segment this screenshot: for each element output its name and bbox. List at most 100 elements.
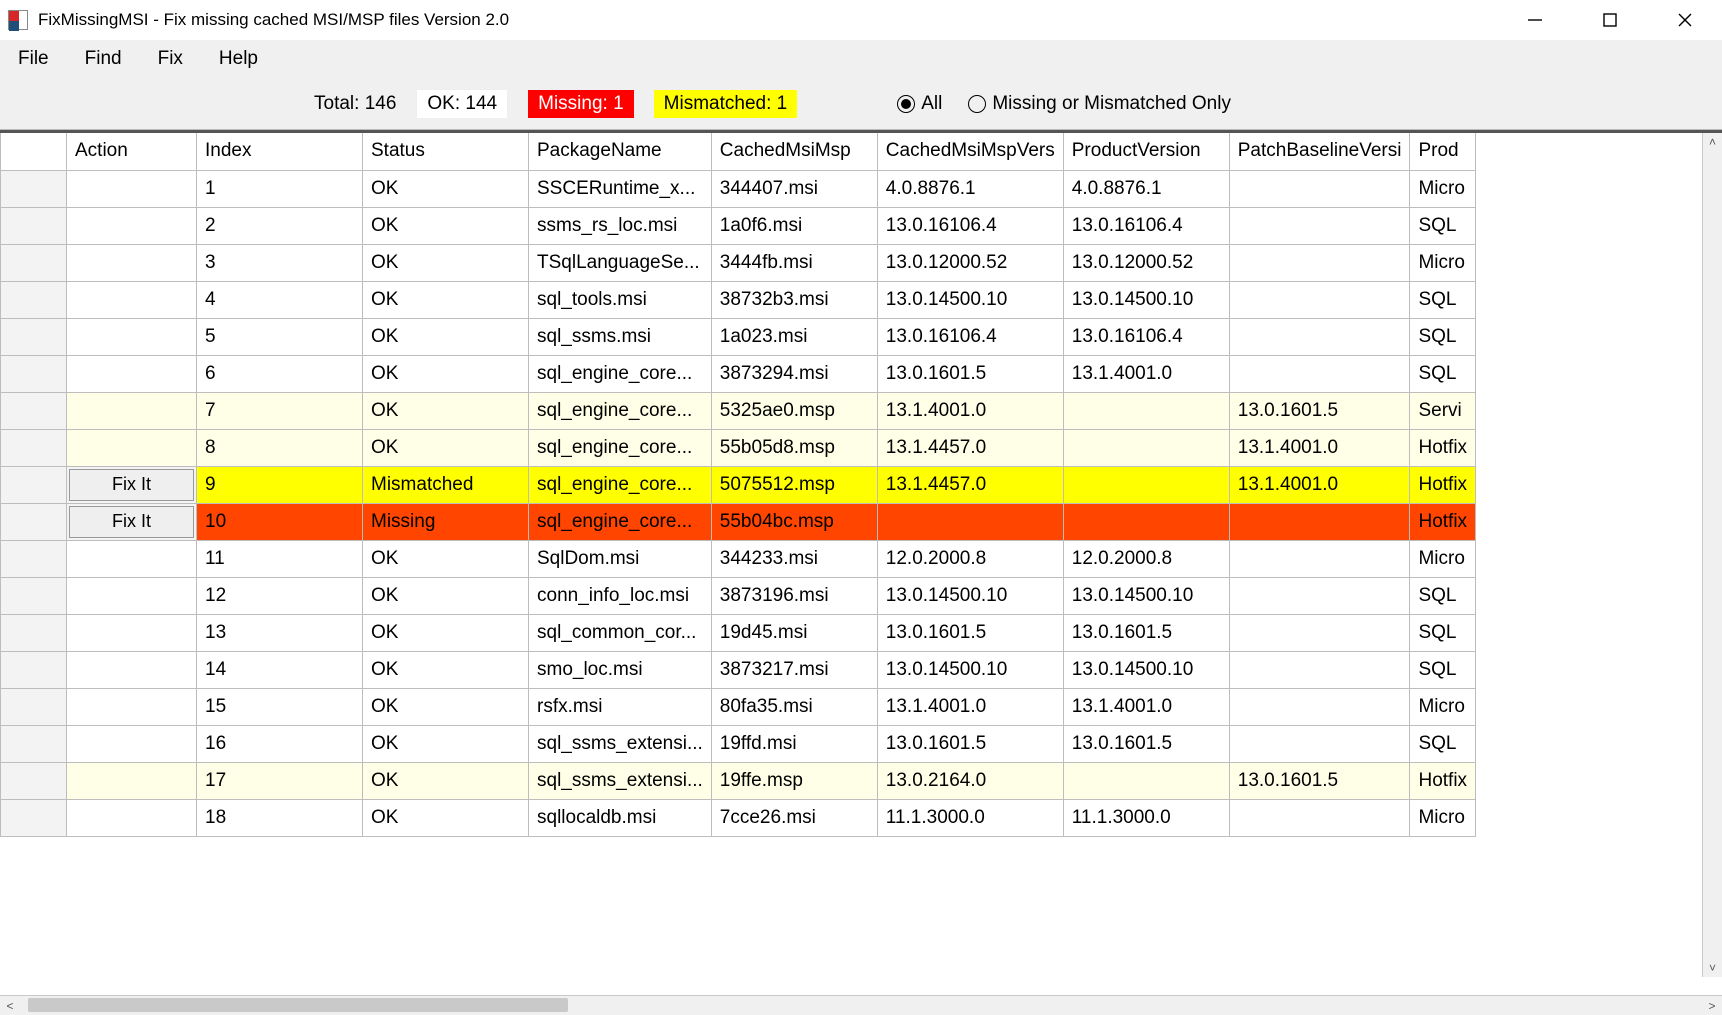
table-row[interactable]: 17OKsql_ssms_extensi...19ffe.msp13.0.216…: [1, 762, 1476, 799]
cell-status: OK: [363, 244, 529, 281]
mismatched-badge: Mismatched: 1: [654, 90, 798, 118]
row-header[interactable]: [1, 503, 67, 540]
table-row[interactable]: 7OKsql_engine_core...5325ae0.msp13.1.400…: [1, 392, 1476, 429]
cell-pver: 13.0.1601.5: [1063, 614, 1229, 651]
row-header[interactable]: [1, 540, 67, 577]
app-icon: [8, 10, 28, 30]
cell-action: [67, 577, 197, 614]
cell-action: [67, 651, 197, 688]
vertical-scrollbar[interactable]: ˄ ˅: [1702, 133, 1722, 977]
column-prod[interactable]: Prod: [1410, 133, 1476, 170]
scroll-thumb[interactable]: [28, 998, 568, 1012]
status-strip: Total: 146 OK: 144 Missing: 1 Mismatched…: [0, 78, 1722, 130]
table-row[interactable]: 5OKsql_ssms.msi1a023.msi13.0.16106.413.0…: [1, 318, 1476, 355]
row-header[interactable]: [1, 392, 67, 429]
cell-prod: Servi: [1410, 392, 1476, 429]
column-status[interactable]: Status: [363, 133, 529, 170]
cell-index: 17: [197, 762, 363, 799]
row-header[interactable]: [1, 207, 67, 244]
table-row[interactable]: 18OKsqllocaldb.msi7cce26.msi11.1.3000.01…: [1, 799, 1476, 836]
fix-it-button[interactable]: Fix It: [69, 469, 194, 501]
row-header[interactable]: [1, 170, 67, 207]
table-row[interactable]: 15OKrsfx.msi80fa35.msi13.1.4001.013.1.40…: [1, 688, 1476, 725]
table-row[interactable]: 13OKsql_common_cor...19d45.msi13.0.1601.…: [1, 614, 1476, 651]
table-row[interactable]: 1OKSSCERuntime_x...344407.msi4.0.8876.14…: [1, 170, 1476, 207]
column-index[interactable]: Index: [197, 133, 363, 170]
horizontal-scrollbar[interactable]: < >: [0, 995, 1722, 1015]
column-package[interactable]: PackageName: [529, 133, 712, 170]
table-row[interactable]: 3OKTSqlLanguageSe...3444fb.msi13.0.12000…: [1, 244, 1476, 281]
cell-prod: Hotfix: [1410, 503, 1476, 540]
row-header[interactable]: [1, 318, 67, 355]
cell-cached: 7cce26.msi: [711, 799, 877, 836]
table-row[interactable]: 4OKsql_tools.msi38732b3.msi13.0.14500.10…: [1, 281, 1476, 318]
close-button[interactable]: [1647, 0, 1722, 40]
cell-pbase: [1229, 577, 1410, 614]
cell-status: OK: [363, 355, 529, 392]
minimize-button[interactable]: [1497, 0, 1572, 40]
table-row[interactable]: 12OKconn_info_loc.msi3873196.msi13.0.145…: [1, 577, 1476, 614]
cell-action: [67, 170, 197, 207]
missing-badge: Missing: 1: [528, 90, 634, 118]
cell-cached: 19ffd.msi: [711, 725, 877, 762]
radio-all[interactable]: All: [897, 93, 942, 115]
cell-index: 15: [197, 688, 363, 725]
row-header[interactable]: [1, 355, 67, 392]
row-header[interactable]: [1, 244, 67, 281]
table-row[interactable]: 2OKssms_rs_loc.msi1a0f6.msi13.0.16106.41…: [1, 207, 1476, 244]
table-row[interactable]: 14OKsmo_loc.msi3873217.msi13.0.14500.101…: [1, 651, 1476, 688]
menu-find[interactable]: Find: [73, 44, 134, 74]
cell-pver: 4.0.8876.1: [1063, 170, 1229, 207]
column-cver[interactable]: CachedMsiMspVers: [877, 133, 1063, 170]
cell-action: [67, 725, 197, 762]
cell-action: Fix It: [67, 503, 197, 540]
cell-cver: 13.0.16106.4: [877, 318, 1063, 355]
data-grid[interactable]: Action Index Status PackageName CachedMs…: [0, 133, 1476, 837]
radio-missing-mismatched[interactable]: Missing or Mismatched Only: [968, 93, 1231, 115]
column-cached[interactable]: CachedMsiMsp: [711, 133, 877, 170]
menu-fix[interactable]: Fix: [146, 44, 195, 74]
table-row[interactable]: 11OKSqlDom.msi344233.msi12.0.2000.812.0.…: [1, 540, 1476, 577]
table-row[interactable]: Fix It9Mismatchedsql_engine_core...50755…: [1, 466, 1476, 503]
cell-prod: Micro: [1410, 170, 1476, 207]
maximize-button[interactable]: [1572, 0, 1647, 40]
cell-cached: 3873217.msi: [711, 651, 877, 688]
menu-file[interactable]: File: [6, 44, 61, 74]
row-header[interactable]: [1, 688, 67, 725]
cell-index: 14: [197, 651, 363, 688]
table-row[interactable]: 8OKsql_engine_core...55b05d8.msp13.1.445…: [1, 429, 1476, 466]
row-header[interactable]: [1, 651, 67, 688]
cell-action: [67, 799, 197, 836]
maximize-icon: [1602, 12, 1618, 28]
row-header[interactable]: [1, 614, 67, 651]
row-header[interactable]: [1, 429, 67, 466]
column-pver[interactable]: ProductVersion: [1063, 133, 1229, 170]
row-header[interactable]: [1, 762, 67, 799]
cell-index: 3: [197, 244, 363, 281]
table-row[interactable]: 6OKsql_engine_core...3873294.msi13.0.160…: [1, 355, 1476, 392]
column-action[interactable]: Action: [67, 133, 197, 170]
row-header[interactable]: [1, 799, 67, 836]
row-header[interactable]: [1, 577, 67, 614]
cell-action: [67, 244, 197, 281]
table-row[interactable]: Fix It10Missingsql_engine_core...55b04bc…: [1, 503, 1476, 540]
cell-cver: 13.1.4001.0: [877, 392, 1063, 429]
row-header[interactable]: [1, 725, 67, 762]
cell-cached: 1a0f6.msi: [711, 207, 877, 244]
menu-help[interactable]: Help: [207, 44, 270, 74]
row-header[interactable]: [1, 281, 67, 318]
column-pbase[interactable]: PatchBaselineVersi: [1229, 133, 1410, 170]
scroll-down-icon: ˅: [1709, 959, 1716, 977]
cell-status: OK: [363, 651, 529, 688]
cell-prod: SQL: [1410, 355, 1476, 392]
cell-status: OK: [363, 577, 529, 614]
column-rowheader[interactable]: [1, 133, 67, 170]
fix-it-button[interactable]: Fix It: [69, 506, 194, 538]
cell-cver: 13.1.4457.0: [877, 466, 1063, 503]
cell-package: conn_info_loc.msi: [529, 577, 712, 614]
table-row[interactable]: 16OKsql_ssms_extensi...19ffd.msi13.0.160…: [1, 725, 1476, 762]
cell-cver: 13.0.1601.5: [877, 355, 1063, 392]
row-header[interactable]: [1, 466, 67, 503]
cell-status: OK: [363, 392, 529, 429]
cell-pbase: [1229, 688, 1410, 725]
